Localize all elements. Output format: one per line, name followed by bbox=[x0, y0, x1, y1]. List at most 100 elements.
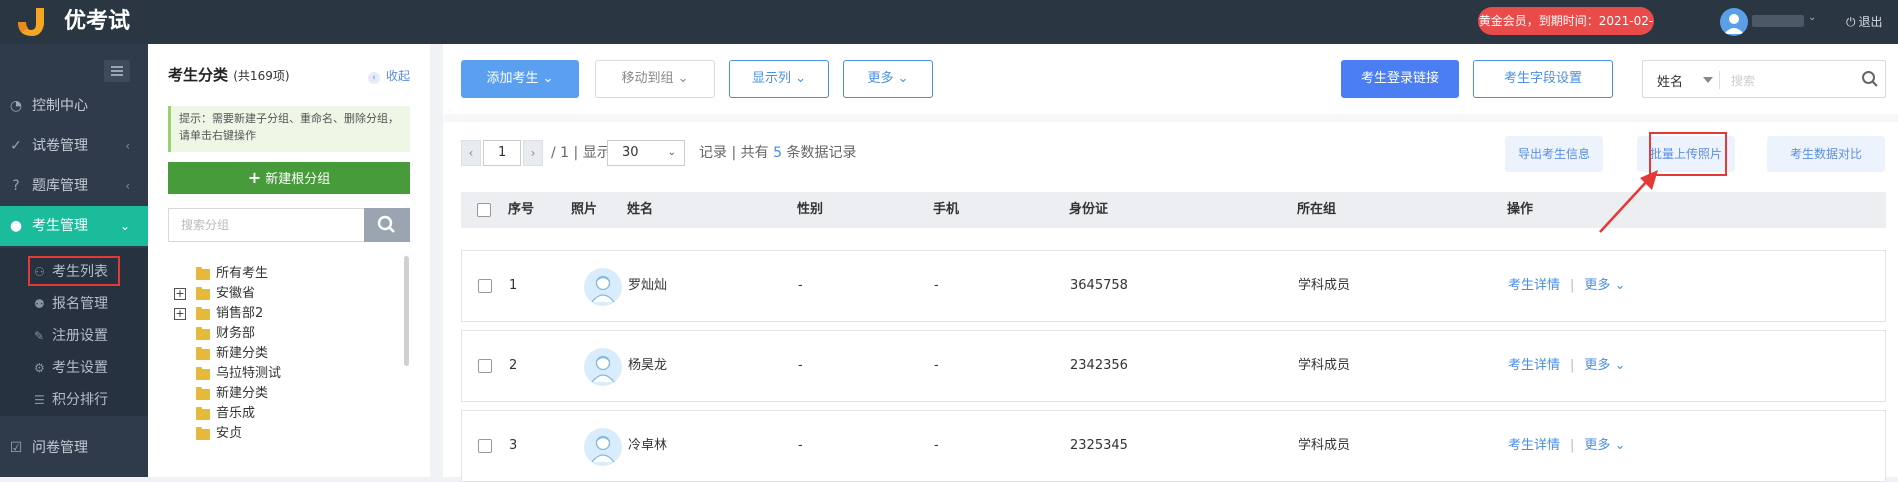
expand-icon[interactable]: + bbox=[174, 308, 186, 320]
expand-icon[interactable]: + bbox=[174, 288, 186, 300]
new-root-group-button[interactable]: + 新建根分组 bbox=[168, 162, 410, 194]
search-input[interactable]: 搜索 bbox=[1731, 72, 1755, 89]
table-row[interactable]: 1 罗灿灿 - - 3645758 学科成员 考生详情 | 更多 ⌄ bbox=[461, 250, 1886, 322]
more-button[interactable]: 更多 ⌄ bbox=[843, 60, 933, 98]
logout-label: 退出 bbox=[1858, 15, 1883, 29]
page-input[interactable]: 1 bbox=[483, 140, 521, 166]
candidate-detail-link[interactable]: 考生详情 bbox=[1508, 438, 1560, 453]
chevron-down-icon: ⌄ bbox=[897, 71, 909, 86]
app-title: 优考试 bbox=[64, 9, 131, 34]
tree-label: 乌拉特测试 bbox=[216, 366, 282, 381]
member-badge[interactable]: 黄金会员，到期时间：2021-02-26 bbox=[1478, 7, 1654, 56]
col-header: 照片 bbox=[571, 202, 598, 217]
table-row[interactable]: 3 冷卓林 - - 2325345 学科成员 考生详情 | 更多 ⌄ bbox=[461, 410, 1886, 482]
display-columns-button[interactable]: 显示列 ⌄ bbox=[729, 60, 829, 98]
select-all-checkbox[interactable] bbox=[477, 203, 491, 217]
user-avatar-icon bbox=[1724, 14, 1744, 34]
candidate-gender: - bbox=[798, 278, 803, 293]
caret-down-icon[interactable] bbox=[1703, 77, 1713, 83]
user-avatar[interactable] bbox=[1720, 8, 1748, 36]
candidate-id: 3645758 bbox=[1070, 278, 1128, 293]
collapse-button[interactable]: ‹ 收起 bbox=[368, 67, 410, 84]
row-checkbox[interactable] bbox=[478, 439, 492, 453]
logout-button[interactable]: ⏻ 退出 bbox=[1846, 13, 1883, 30]
nav-item-survey[interactable]: ☑ 问卷管理 bbox=[0, 428, 148, 468]
row-more-button[interactable]: 更多 ⌄ bbox=[1584, 358, 1625, 373]
search-bar: 姓名 搜索 bbox=[1642, 60, 1886, 98]
new-root-label: 新建根分组 bbox=[265, 172, 331, 187]
subnav-item-candidate-settings[interactable]: ⚙ 考生设置 bbox=[0, 352, 148, 384]
subnav-item-register-settings[interactable]: ✎ 注册设置 bbox=[0, 320, 148, 352]
chevron-down-icon: ⌄ bbox=[677, 71, 689, 86]
annotation-arrow-icon bbox=[1599, 170, 1658, 233]
candidate-gender: - bbox=[798, 358, 803, 373]
nav-item-control-center[interactable]: ◔ 控制中心 bbox=[0, 86, 148, 126]
add-candidate-button[interactable]: 添加考生 ⌄ bbox=[461, 60, 579, 98]
collapse-label: 收起 bbox=[386, 69, 411, 83]
total-pages: / 1 | 显示 bbox=[551, 140, 611, 166]
candidate-photo bbox=[584, 268, 622, 306]
divider: | bbox=[1570, 438, 1575, 453]
highlight-box bbox=[28, 256, 120, 286]
dashboard-icon: ◔ bbox=[9, 98, 23, 114]
user-icon: ● bbox=[9, 218, 23, 234]
search-button[interactable] bbox=[364, 208, 410, 242]
candidate-detail-link[interactable]: 考生详情 bbox=[1508, 278, 1560, 293]
menu-toggle-icon[interactable] bbox=[104, 60, 130, 82]
field-settings-button[interactable]: 考生字段设置 bbox=[1473, 60, 1613, 98]
compare-data-button[interactable]: 考生数据对比 bbox=[1767, 136, 1885, 172]
tree-label: 销售部2 bbox=[216, 306, 264, 321]
chevron-left-icon: ‹ bbox=[125, 179, 130, 193]
check-circle-icon: ✓ bbox=[10, 138, 22, 154]
col-header: 手机 bbox=[933, 202, 960, 217]
candidate-login-link-button[interactable]: 考生登录链接 bbox=[1341, 60, 1459, 98]
folder-icon bbox=[196, 407, 210, 420]
search-field-select[interactable]: 姓名 bbox=[1657, 71, 1683, 90]
avatar-placeholder-icon bbox=[591, 435, 615, 463]
tree-scrollbar[interactable] bbox=[404, 256, 409, 366]
record-summary: 记录 | 共有 5 条数据记录 bbox=[699, 140, 856, 166]
nav-item-exam[interactable]: ✓ 试卷管理 ‹ bbox=[0, 126, 148, 166]
next-page-button[interactable]: › bbox=[523, 140, 543, 166]
chevron-down-icon[interactable]: ⌄ bbox=[1808, 12, 1816, 23]
chevron-down-icon: ⌄ bbox=[542, 71, 554, 86]
nav-item-question-bank[interactable]: ? 题库管理 ‹ bbox=[0, 166, 148, 206]
row-actions: 考生详情 | 更多 ⌄ bbox=[1508, 331, 1625, 401]
nav-item-candidates[interactable]: ● 考生管理 ⌄ bbox=[0, 206, 148, 246]
export-candidates-button[interactable]: 导出考生信息 bbox=[1505, 136, 1603, 172]
chevron-down-icon: ⌄ bbox=[119, 219, 130, 233]
power-icon: ⏻ bbox=[1846, 15, 1856, 29]
candidate-gender: - bbox=[798, 438, 803, 453]
category-search-input[interactable]: 搜索分组 bbox=[168, 208, 364, 242]
row-more-button[interactable]: 更多 ⌄ bbox=[1584, 278, 1625, 293]
row-more-button[interactable]: 更多 ⌄ bbox=[1584, 438, 1625, 453]
table-row[interactable]: 2 杨昊龙 - - 2342356 学科成员 考生详情 | 更多 ⌄ bbox=[461, 330, 1886, 402]
candidate-detail-link[interactable]: 考生详情 bbox=[1508, 358, 1560, 373]
users-icon: ⚉ bbox=[34, 297, 45, 311]
search-icon[interactable] bbox=[1861, 70, 1879, 88]
nav-label: 试卷管理 bbox=[32, 138, 88, 154]
subnav-label: 注册设置 bbox=[52, 328, 108, 344]
prev-page-button[interactable]: ‹ bbox=[461, 140, 481, 166]
folder-icon bbox=[196, 307, 210, 320]
chevron-down-icon: ⌄ bbox=[795, 71, 807, 86]
username-blurred bbox=[1752, 15, 1804, 27]
candidate-phone: - bbox=[934, 278, 939, 293]
page-size-select[interactable]: 30 ⌄ bbox=[607, 140, 685, 166]
search-icon bbox=[377, 215, 395, 233]
chevron-left-icon: ‹ bbox=[125, 139, 130, 153]
tree-label: 音乐成 bbox=[216, 406, 256, 421]
subnav-item-registration[interactable]: ⚉ 报名管理 bbox=[0, 288, 148, 320]
folder-icon bbox=[196, 347, 210, 360]
divider bbox=[1719, 71, 1720, 89]
chevron-left-icon: ‹ bbox=[368, 72, 380, 84]
row-checkbox[interactable] bbox=[478, 279, 492, 293]
move-to-group-button[interactable]: 移动到组 ⌄ bbox=[595, 60, 715, 98]
row-checkbox[interactable] bbox=[478, 359, 492, 373]
nav-label: 问卷管理 bbox=[32, 440, 88, 456]
app-logo-icon bbox=[18, 8, 44, 36]
move-to-group-label: 移动到组 bbox=[621, 71, 674, 86]
subnav-item-points-ranking[interactable]: ☰ 积分排行 bbox=[0, 384, 148, 416]
candidate-name: 罗灿灿 bbox=[628, 278, 668, 293]
gear-icon: ⚙ bbox=[34, 361, 45, 375]
